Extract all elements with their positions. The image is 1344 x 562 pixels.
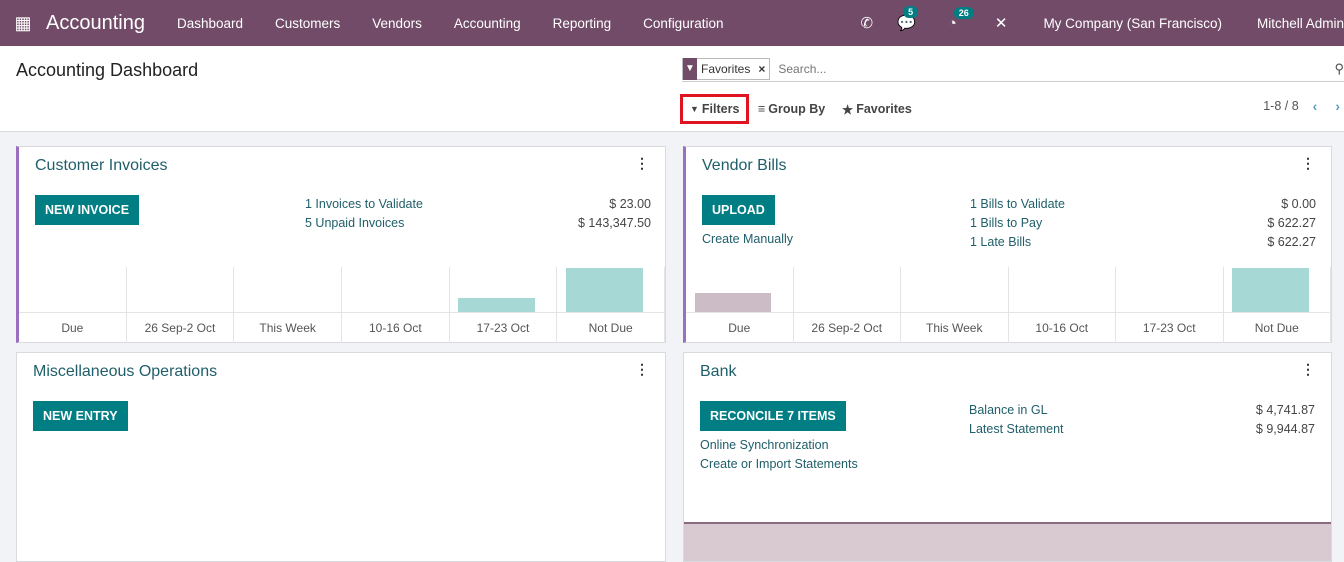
company-switcher[interactable]: My Company (San Francisco) xyxy=(1027,16,1238,31)
card-menu-icon[interactable]: ⋮ xyxy=(1301,155,1315,172)
upload-button[interactable]: UPLOAD xyxy=(702,195,775,225)
phone-icon[interactable]: ✆ xyxy=(849,14,886,32)
search-icon[interactable]: ⚲ xyxy=(1334,61,1344,77)
stat-row: Latest Statement $ 9,944.87 xyxy=(969,422,1315,436)
menu-vendors[interactable]: Vendors xyxy=(356,16,438,31)
chart-tick-label: Not Due xyxy=(1254,321,1299,335)
menu-dashboard[interactable]: Dashboard xyxy=(161,16,259,31)
create-manually-link[interactable]: Create Manually xyxy=(702,232,793,246)
chart-column: Not Due xyxy=(557,267,665,343)
page-title: Accounting Dashboard xyxy=(16,60,199,80)
card-title[interactable]: Bank xyxy=(700,363,736,381)
card-title[interactable]: Customer Invoices xyxy=(35,157,168,175)
vendor-bills-card: Vendor Bills ⋮ UPLOAD Create Manually 1 … xyxy=(683,146,1332,343)
stat-row: Balance in GL $ 4,741.87 xyxy=(969,403,1315,417)
chart-tick-label: This Week xyxy=(259,321,316,335)
pager-value[interactable]: 1-8 / 8 xyxy=(1263,99,1298,113)
card-menu-icon[interactable]: ⋮ xyxy=(635,155,649,172)
chart-tick-label: 17-23 Oct xyxy=(1142,321,1196,335)
messages-badge: 5 xyxy=(903,6,919,18)
chart-bar[interactable] xyxy=(1232,268,1309,312)
chart-column: 10-16 Oct xyxy=(342,267,450,343)
customer-invoices-chart: Due 26 Sep-2 Oct This Week 10-16 Oct 17-23 O… xyxy=(19,267,665,343)
chart-tick-label: 26 Sep-2 Oct xyxy=(144,321,216,335)
search-input[interactable] xyxy=(778,62,1279,76)
stat-row[interactable]: 1 Bills to Pay $ 622.27 xyxy=(970,216,1316,235)
navbar: ▦ Accounting Dashboard Customers Vendors… xyxy=(0,0,1344,46)
remove-facet-icon[interactable]: × xyxy=(754,62,769,76)
chart-bar[interactable] xyxy=(458,297,535,312)
card-title[interactable]: Miscellaneous Operations xyxy=(33,363,217,381)
messages-icon[interactable]: 💬 5 xyxy=(885,6,928,32)
apps-menu-icon[interactable]: ▦ xyxy=(0,13,46,34)
stat-row[interactable]: 5 Unpaid Invoices $ 143,347.50 xyxy=(305,216,651,235)
activities-badge: 26 xyxy=(953,6,974,19)
chart-column: 10-16 Oct xyxy=(1009,267,1116,343)
bank-balance-graph xyxy=(684,522,1331,561)
chart-column: Not Due xyxy=(1224,267,1331,343)
chart-tick-label: Due xyxy=(728,321,751,335)
chart-tick-label: This Week xyxy=(926,321,983,335)
search-facet: ▼ Favorites × xyxy=(682,58,771,80)
filters-button[interactable]: ▼ Filters xyxy=(680,94,750,124)
user-name: Mitchell Admin xyxy=(1257,15,1344,31)
user-menu[interactable]: Mitchell Admin xyxy=(1238,12,1344,34)
favorites-button[interactable]: ★ Favorites xyxy=(842,94,912,124)
menu-reporting[interactable]: Reporting xyxy=(537,16,628,31)
tools-icon[interactable]: ✕ xyxy=(983,14,1020,32)
chart-column: 26 Sep-2 Oct xyxy=(794,267,901,343)
pager-prev-icon[interactable]: ‹ xyxy=(1309,98,1322,114)
stat-row[interactable]: 1 Bills to Validate $ 0.00 xyxy=(970,197,1316,216)
customer-stats: 1 Invoices to Validate $ 23.00 5 Unpaid I… xyxy=(305,197,651,235)
stat-row[interactable]: 1 Invoices to Validate $ 23.00 xyxy=(305,197,651,216)
stat-row[interactable]: 1 Late Bills $ 622.27 xyxy=(970,235,1316,254)
new-entry-button[interactable]: NEW ENTRY xyxy=(33,401,128,431)
pager-next-icon[interactable]: › xyxy=(1331,98,1344,114)
new-invoice-button[interactable]: NEW INVOICE xyxy=(35,195,140,225)
menu-customers[interactable]: Customers xyxy=(259,16,356,31)
chart-bar[interactable] xyxy=(694,293,772,312)
chart-tick-label: 10-16 Oct xyxy=(368,321,422,335)
chart-tick-label: Not Due xyxy=(588,321,633,335)
chart-tick-label: 10-16 Oct xyxy=(1035,321,1089,335)
group-by-button[interactable]: ≡ Group By xyxy=(758,94,825,124)
filter-icon: ▼ xyxy=(683,58,697,80)
chart-column: This Week xyxy=(234,267,342,343)
search-bar: ▼Favorites× ⚲ xyxy=(682,57,1344,82)
import-statements-link[interactable]: Create or Import Statements xyxy=(700,457,858,471)
card-menu-icon[interactable]: ⋮ xyxy=(1301,361,1315,378)
star-icon: ★ xyxy=(842,102,854,117)
menu-accounting[interactable]: Accounting xyxy=(438,16,537,31)
chart-column: 17-23 Oct xyxy=(1116,267,1224,343)
activities-icon[interactable]: ◔ 26 xyxy=(936,6,974,32)
online-sync-link[interactable]: Online Synchronization xyxy=(700,438,829,452)
group-by-icon: ≡ xyxy=(758,102,766,116)
chart-tick-label: 26 Sep-2 Oct xyxy=(811,321,883,335)
chart-column: This Week xyxy=(901,267,1009,343)
chart-tick-label: Due xyxy=(61,321,84,335)
filter-icon: ▼ xyxy=(690,104,699,114)
vendor-stats: 1 Bills to Validate $ 0.00 1 Bills to Pay… xyxy=(970,197,1316,254)
menu-configuration[interactable]: Configuration xyxy=(627,16,739,31)
card-title[interactable]: Vendor Bills xyxy=(702,157,787,175)
vendor-bills-chart: Due 26 Sep-2 Oct This Week 10-16 Oct 17-23 O… xyxy=(686,267,1331,343)
app-name[interactable]: Accounting xyxy=(46,12,145,35)
customer-invoices-card: Customer Invoices ⋮ NEW INVOICE 1 Invoic… xyxy=(16,146,666,343)
bank-card: Bank ⋮ RECONCILE 7 ITEMS Online Synchron… xyxy=(683,352,1332,562)
bank-stats: Balance in GL $ 4,741.87 Latest Statement… xyxy=(969,403,1315,441)
chart-column: Due xyxy=(686,267,794,343)
chart-column: 17-23 Oct xyxy=(450,267,558,343)
control-panel: Accounting Dashboard ▼Favorites× ⚲ ▼Filt… xyxy=(0,46,1344,132)
chart-column: 26 Sep-2 Oct xyxy=(127,267,235,343)
pager: 1-8 / 8 ‹ › xyxy=(1263,98,1344,114)
chart-bar[interactable] xyxy=(565,268,643,312)
chart-tick-label: 17-23 Oct xyxy=(476,321,530,335)
reconcile-button[interactable]: RECONCILE 7 ITEMS xyxy=(700,401,846,431)
misc-operations-card: Miscellaneous Operations ⋮ NEW ENTRY xyxy=(16,352,666,562)
card-menu-icon[interactable]: ⋮ xyxy=(635,361,649,378)
chart-column: Due xyxy=(19,267,127,343)
